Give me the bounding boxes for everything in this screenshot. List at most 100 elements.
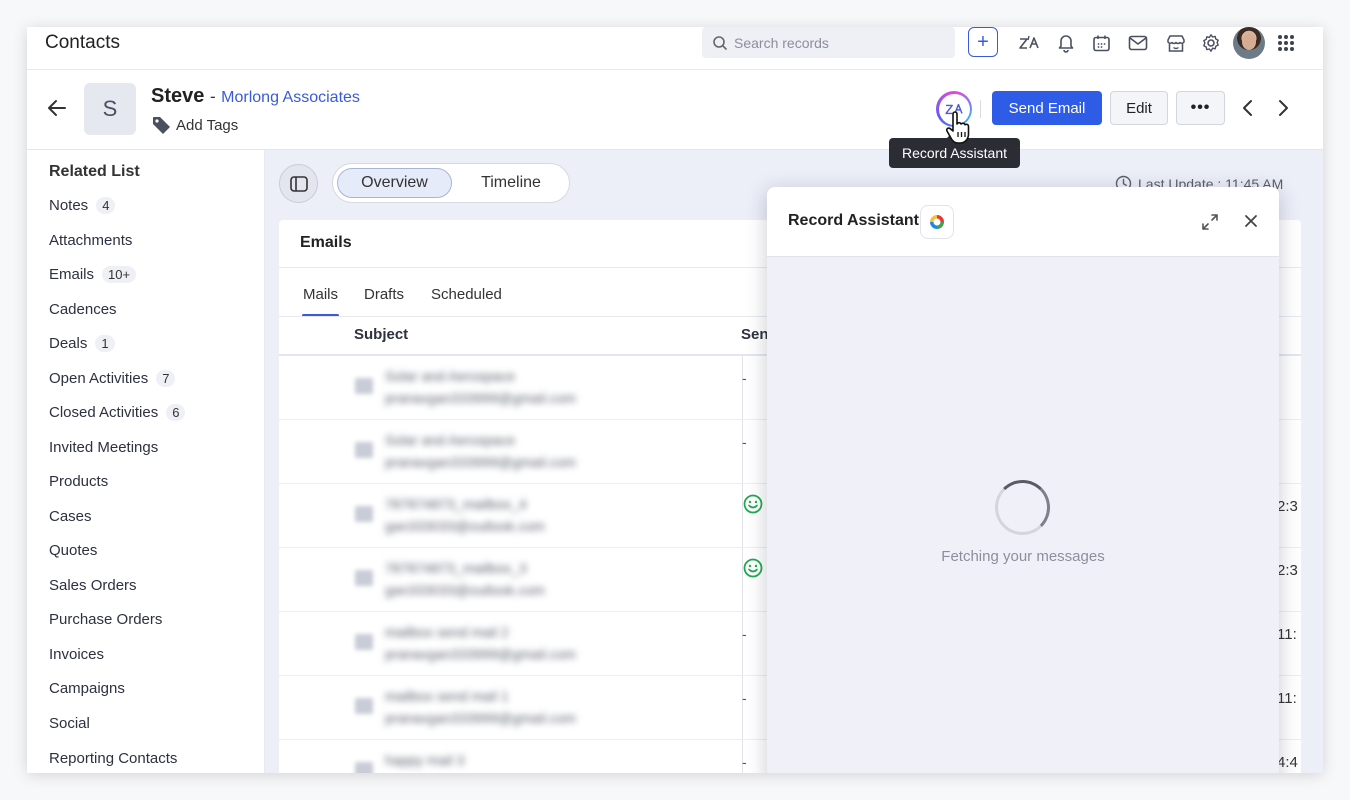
sender-value: - — [742, 370, 747, 386]
sidebar-item-products[interactable]: Products — [49, 473, 108, 490]
mail-status-icon — [355, 762, 373, 773]
sidebar-item-campaigns[interactable]: Campaigns — [49, 680, 125, 697]
record-title: Steve - Morlong Associates — [151, 85, 360, 108]
sidebar-item-purchase-orders[interactable]: Purchase Orders — [49, 611, 162, 628]
toggle-panel-button[interactable] — [279, 164, 318, 203]
store-icon[interactable] — [1162, 29, 1190, 57]
tab-mails[interactable]: Mails — [303, 286, 338, 303]
tag-icon — [153, 117, 170, 134]
sidebar-item-label: Sales Orders — [49, 577, 137, 594]
email-address: pranavgan333999@gmail.com — [385, 646, 576, 662]
sidebar-item-label: Emails — [49, 266, 95, 283]
sidebar-item-label: Reporting Contacts — [49, 750, 178, 767]
mail-icon[interactable] — [1124, 29, 1152, 57]
sidebar-item-label: Social — [49, 715, 90, 732]
sidebar-item-label: Purchase Orders — [49, 611, 163, 628]
tab-drafts[interactable]: Drafts — [364, 286, 404, 303]
email-subject: mailbox send mail 2 — [385, 624, 509, 640]
sidebar-item-label: Notes — [49, 197, 89, 214]
sidebar-item-cadences[interactable]: Cadences — [49, 301, 117, 318]
email-subject: Solar and Aerospace — [385, 368, 515, 384]
sidebar-item-sales-orders[interactable]: Sales Orders — [49, 577, 137, 594]
grid-icon[interactable] — [1272, 29, 1300, 57]
close-icon[interactable] — [1242, 212, 1260, 230]
sidebar-item-deals[interactable]: Deals 1 — [49, 335, 115, 352]
sidebar-item-label: Deals — [49, 335, 88, 352]
previous-record-icon[interactable] — [1238, 98, 1258, 118]
gear-icon[interactable] — [1197, 29, 1225, 57]
mail-status-icon — [355, 378, 373, 394]
next-record-icon[interactable] — [1273, 98, 1293, 118]
email-subject: 787874873_mailbox_4 — [385, 496, 527, 512]
search-input[interactable] — [734, 34, 934, 51]
calendar-icon[interactable] — [1087, 29, 1115, 57]
user-avatar[interactable] — [1233, 27, 1265, 59]
create-plus-button[interactable]: + — [968, 27, 998, 57]
hand-cursor-icon — [945, 111, 970, 144]
more-actions-button[interactable]: ••• — [1176, 91, 1225, 125]
add-tags-button[interactable]: Add Tags — [152, 116, 238, 134]
sidebar-item-open-activities[interactable]: Open Activities 7 — [49, 370, 176, 387]
sender-value: - — [742, 754, 747, 770]
sidebar-item-closed-activities[interactable]: Closed Activities 6 — [49, 404, 186, 421]
back-arrow-icon[interactable] — [45, 96, 69, 120]
edit-button[interactable]: Edit — [1110, 91, 1168, 125]
sidebar-item-reporting-contacts[interactable]: Reporting Contacts — [49, 750, 177, 767]
email-subject: happy mail 3 — [385, 752, 465, 768]
email-address: gan333033@outlook.com — [385, 582, 545, 598]
sidebar-item-quotes[interactable]: Quotes — [49, 542, 97, 559]
view-tabs: Overview Timeline — [332, 163, 570, 203]
column-header-sender[interactable]: Sen — [741, 326, 769, 343]
related-list-sidebar: Related List Notes 4 Attachments Emails 10+ C… — [27, 150, 265, 773]
count-badge: 7 — [156, 370, 176, 387]
assistant-header: Record Assistant — [767, 187, 1279, 257]
zia-icon[interactable] — [1015, 29, 1043, 57]
email-address: pranavgan333999@gmail.com — [385, 454, 576, 470]
sidebar-item-label: Campaigns — [49, 680, 125, 697]
tab-scheduled[interactable]: Scheduled — [431, 286, 502, 303]
record-header: S Steve - Morlong Associates Add Tags Se… — [27, 70, 1323, 150]
sidebar-item-label: Open Activities — [49, 370, 149, 387]
zia-logo-icon — [920, 205, 954, 239]
record-assistant-panel: Record Assistant Fetching your messages — [767, 187, 1279, 773]
sidebar-item-invited-meetings[interactable]: Invited Meetings — [49, 439, 158, 456]
emails-title: Emails — [300, 234, 352, 251]
sidebar-item-cases[interactable]: Cases — [49, 508, 92, 525]
email-subject: Solar and Aerospace — [385, 432, 515, 448]
loading-spinner — [995, 480, 1050, 535]
sidebar-item-notes[interactable]: Notes 4 — [49, 197, 116, 214]
sidebar-item-label: Attachments — [49, 232, 133, 249]
bell-icon[interactable] — [1052, 29, 1080, 57]
sidebar-item-label: Cases — [49, 508, 92, 525]
sidebar-item-social[interactable]: Social — [49, 715, 90, 732]
email-time: 2:3 — [1277, 498, 1298, 515]
smile-icon — [743, 558, 763, 578]
mail-status-icon — [355, 698, 373, 714]
column-header-subject[interactable]: Subject — [354, 326, 408, 343]
sidebar-item-label: Cadences — [49, 301, 117, 318]
send-email-button[interactable]: Send Email — [992, 91, 1102, 125]
email-time: 4:4 — [1277, 754, 1298, 771]
email-subject: mailbox send mail 1 — [385, 688, 509, 704]
count-badge: 4 — [96, 197, 116, 214]
tab-timeline[interactable]: Timeline — [457, 168, 565, 198]
email-time: 11: — [1277, 626, 1297, 643]
sidebar-item-emails[interactable]: Emails 10+ — [49, 266, 137, 283]
sidebar-item-attachments[interactable]: Attachments — [49, 232, 132, 249]
record-avatar: S — [84, 83, 136, 135]
expand-icon[interactable] — [1200, 212, 1220, 232]
crm-app-window: Contacts + S Steve — [27, 27, 1323, 773]
mail-status-icon — [355, 442, 373, 458]
sidebar-title: Related List — [49, 163, 140, 180]
company-link[interactable]: Morlong Associates — [221, 89, 360, 106]
search-box[interactable] — [702, 27, 955, 58]
sidebar-item-label: Products — [49, 473, 109, 490]
email-time: 2:3 — [1277, 562, 1298, 579]
sidebar-item-label: Invoices — [49, 646, 105, 663]
email-address: pranavgan333999@gmail.com — [385, 390, 576, 406]
sender-value: - — [742, 626, 747, 642]
tab-overview[interactable]: Overview — [337, 168, 452, 198]
count-badge: 10+ — [102, 266, 137, 283]
add-tags-label: Add Tags — [176, 116, 239, 134]
sidebar-item-invoices[interactable]: Invoices — [49, 646, 104, 663]
